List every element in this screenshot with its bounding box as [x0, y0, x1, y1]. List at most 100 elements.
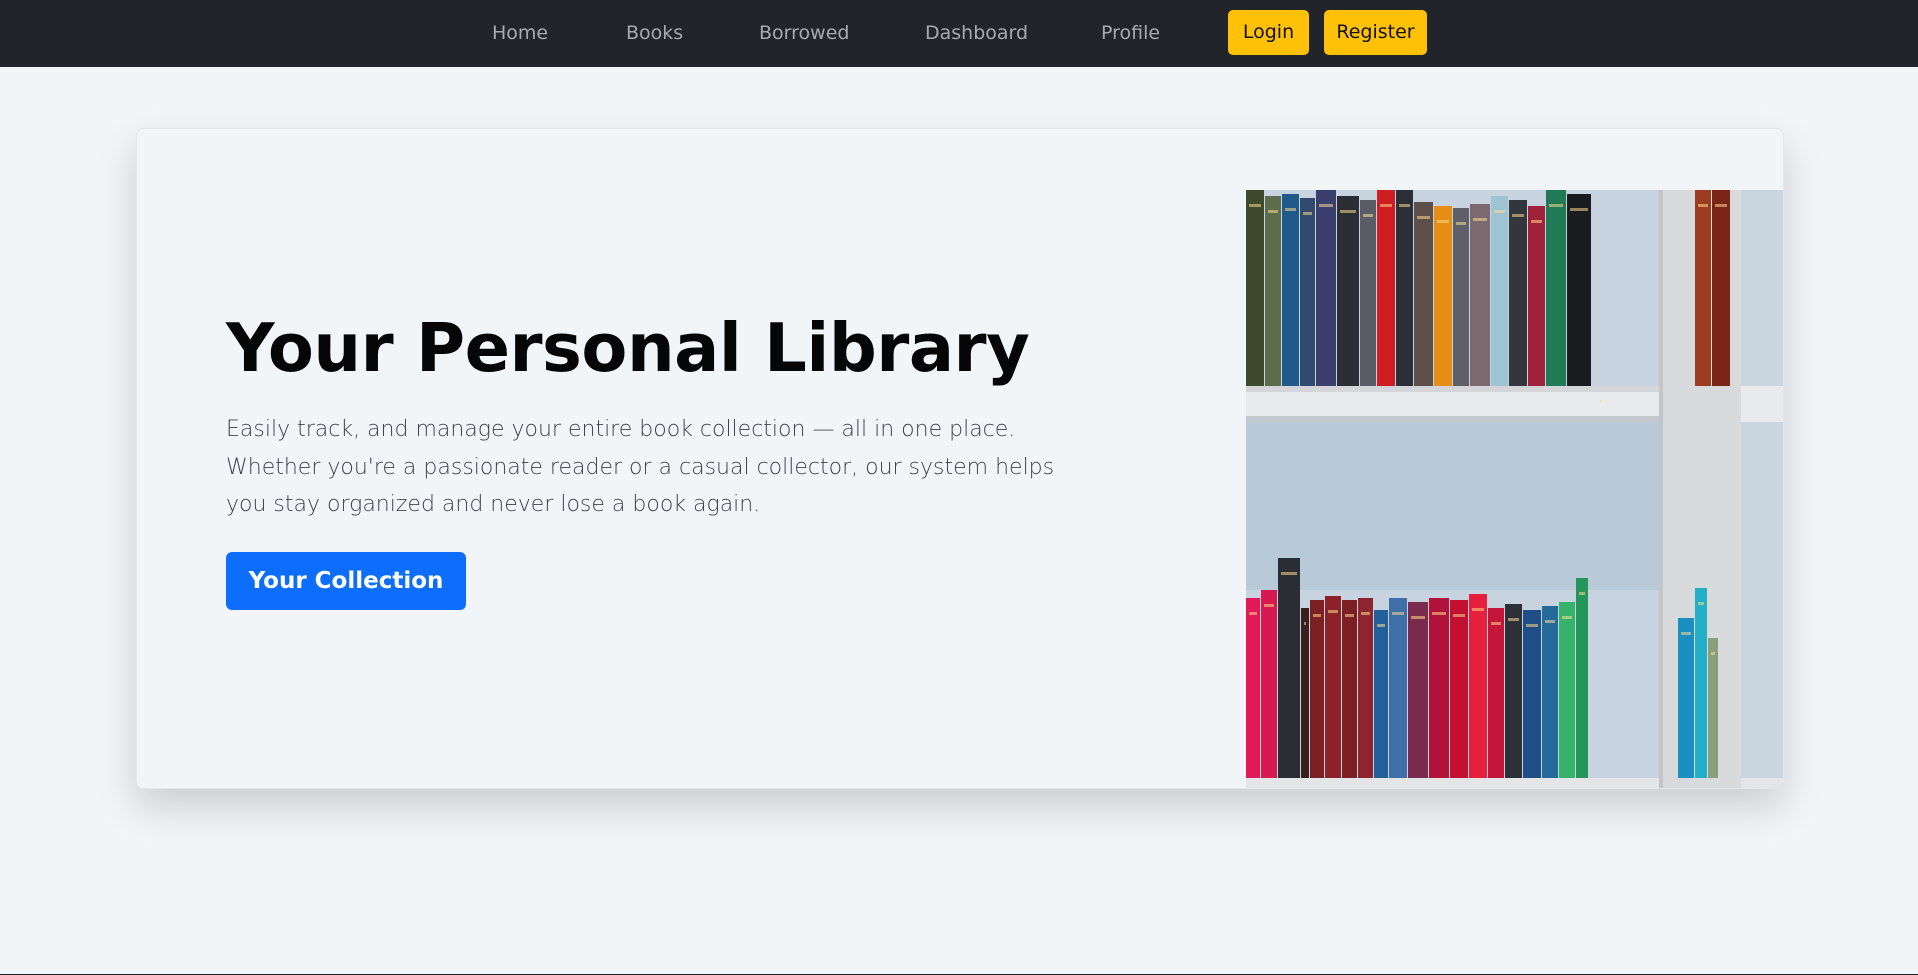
book-spine-band [1545, 620, 1555, 623]
book-spine [1695, 190, 1711, 386]
book-spine-band [1600, 400, 1602, 403]
book-spine [1576, 578, 1588, 778]
book-spine [1523, 610, 1541, 778]
book-spine-band [1453, 614, 1465, 617]
book-spine [1488, 608, 1504, 778]
book-spine-band [1345, 614, 1354, 617]
book-spine [1342, 600, 1357, 778]
book-spine [1337, 196, 1359, 386]
book-spine [1265, 196, 1281, 386]
hero-description: Easily track, and manage your entire boo… [226, 417, 1055, 517]
nav-profile-link[interactable]: Profile [1101, 0, 1160, 67]
book-spine-band [1711, 652, 1715, 655]
book-spine [1246, 598, 1260, 778]
book-spine [1429, 598, 1449, 778]
book-spine [1505, 604, 1522, 778]
book-spine [1546, 190, 1566, 386]
book-spine-band [1549, 204, 1563, 207]
book-spine-band [1328, 610, 1338, 613]
book-spine [1396, 190, 1413, 386]
nav-home-link[interactable]: Home [492, 0, 548, 67]
book-spine-band [1715, 204, 1727, 207]
book-spine [1325, 596, 1341, 778]
book-spine-band [1681, 632, 1691, 635]
book-spine-band [1472, 608, 1484, 611]
book-spine [1450, 600, 1468, 778]
book-spine-band [1456, 222, 1466, 225]
book-spine-band [1268, 210, 1278, 213]
book-spine-band [1399, 204, 1410, 207]
book-spine-band [1491, 622, 1501, 625]
book-spine [1509, 200, 1527, 386]
book-spine-band [1562, 616, 1572, 619]
book-spine-band [1508, 618, 1519, 621]
book-spine-band [1570, 208, 1588, 211]
book-spine-band [1281, 572, 1297, 575]
book-spine [1542, 606, 1558, 778]
book-spine [1316, 190, 1336, 386]
book-spine [1414, 202, 1433, 386]
book-spine [1559, 602, 1575, 778]
book-spine [1261, 590, 1277, 778]
book-spine [1567, 194, 1591, 386]
book-spine [1310, 600, 1324, 778]
book-spine-band [1249, 204, 1261, 207]
book-spine [1377, 190, 1395, 386]
book-spine-band [1411, 616, 1425, 619]
book-spine [1246, 190, 1264, 386]
book-spine [1528, 206, 1545, 386]
nav-books-link[interactable]: Books [626, 0, 683, 67]
book-spine-band [1304, 622, 1306, 625]
bookshelf-image [1246, 190, 1783, 788]
book-spine [1491, 196, 1508, 386]
book-spine [1301, 608, 1309, 778]
book-spine [1374, 610, 1388, 778]
book-spine [1282, 194, 1299, 386]
book-spine [1469, 594, 1487, 778]
book-spine [1678, 618, 1694, 778]
book-spine-band [1380, 204, 1392, 207]
bookshelf-illustration [1246, 190, 1783, 788]
book-spine-band [1494, 210, 1505, 213]
nav-borrowed-link[interactable]: Borrowed [759, 0, 849, 67]
book-spine-band [1531, 220, 1542, 223]
top-navbar: Home Books Borrowed Dashboard Profile Lo… [0, 0, 1918, 67]
book-spine-band [1377, 624, 1385, 627]
book-spine [1300, 198, 1315, 386]
book-spine-band [1303, 212, 1312, 215]
book-spine-band [1417, 216, 1430, 219]
book-spine-band [1579, 592, 1585, 595]
book-spine-band [1319, 204, 1333, 207]
book-spine [1453, 208, 1469, 386]
book-spine [1470, 204, 1490, 386]
your-collection-button[interactable]: Your Collection [226, 552, 466, 610]
register-button[interactable]: Register [1324, 10, 1427, 55]
book-spine-band [1437, 220, 1449, 223]
book-spine-band [1264, 604, 1274, 607]
book-spine [1389, 598, 1407, 778]
book-spine [1278, 558, 1300, 778]
book-spine-band [1512, 214, 1524, 217]
book-spine-band [1285, 208, 1296, 211]
book-spine-band [1392, 612, 1404, 615]
book-spine [1408, 602, 1428, 778]
nav-dashboard-link[interactable]: Dashboard [925, 0, 1028, 67]
book-spine [1695, 588, 1707, 778]
book-spine-band [1340, 210, 1356, 213]
book-spine-band [1698, 204, 1708, 207]
book-spine-band [1526, 624, 1538, 627]
hero-title: Your Personal Library [226, 309, 1030, 387]
book-spine-band [1249, 612, 1257, 615]
book-spine [1434, 206, 1452, 386]
book-spine-band [1363, 214, 1373, 217]
book-spine-band [1473, 218, 1487, 221]
book-spine [1360, 200, 1376, 386]
book-spine-band [1361, 612, 1370, 615]
book-spine [1712, 190, 1730, 386]
book-spine-band [1432, 612, 1446, 615]
login-button[interactable]: Login [1228, 10, 1309, 55]
book-spine-band [1313, 614, 1321, 617]
book-spine [1358, 598, 1373, 778]
book-spine-band [1698, 602, 1704, 605]
hero-card: Your Personal Library Easily track, and … [136, 128, 1784, 789]
